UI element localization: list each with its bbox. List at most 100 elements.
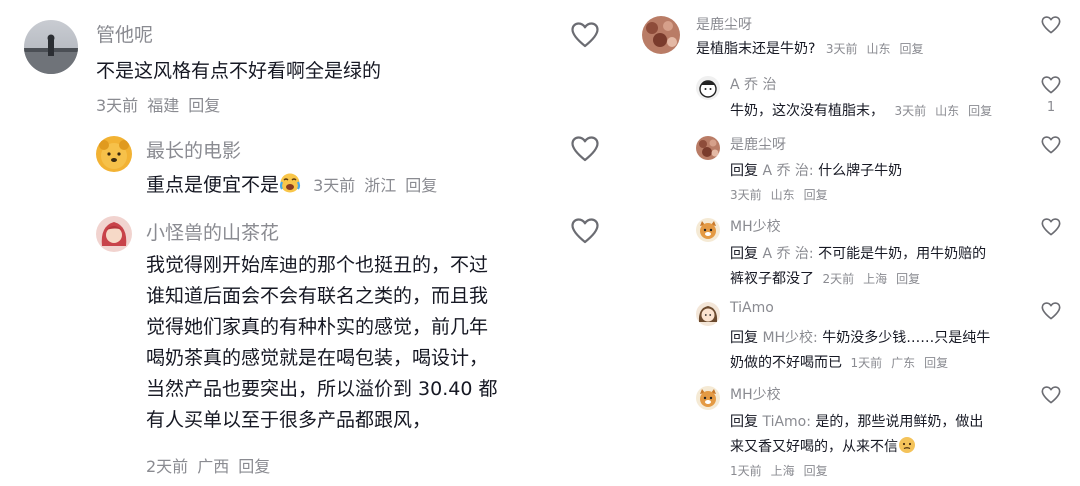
comment-item: A 乔 治 牛奶，这次没有植脂末， 3天前 山东 回复 1 (630, 68, 1080, 128)
like-heart-icon[interactable] (571, 22, 599, 48)
reply-prefix: 回复 (730, 163, 758, 179)
comment-text-line: 来又香又好喝的，从来不信 (730, 435, 983, 463)
doubtful-emoji-icon (898, 436, 916, 463)
winnie-pooh-avatar-icon (99, 140, 129, 169)
comment-text-line: 觉得她们家真的有种朴实的感觉，前几年 (146, 316, 489, 338)
comment-text-line: 有人买单以至于很多产品都跟风， (146, 409, 432, 431)
reply-to-user[interactable]: A 乔 治: (762, 246, 813, 262)
comment-time: 3天前 (313, 176, 356, 195)
comment-location: 山东 (770, 188, 795, 202)
cartoon-face-avatar-icon (699, 80, 717, 98)
cartoon-girl-avatar-icon (698, 306, 718, 322)
comment-location: 上海 (863, 272, 888, 286)
comment-username[interactable]: 管他呢 (96, 20, 153, 47)
cat-avatar-icon (700, 221, 716, 239)
food-avatar-icon (699, 139, 719, 157)
comment-username[interactable]: MH少校 (730, 384, 781, 404)
crying-laughing-emoji-icon (279, 172, 301, 199)
comment-meta: 3天前 山东 回复 (894, 104, 1001, 118)
like-heart-icon[interactable] (1041, 218, 1061, 236)
avatar[interactable] (24, 20, 78, 74)
avatar[interactable] (696, 136, 720, 160)
comment-text-line: 奶做的不好喝而已 1天前 广东 回复 (730, 351, 990, 376)
comment-time: 3天前 (730, 188, 762, 202)
reply-button[interactable]: 回复 (924, 356, 948, 370)
comment-text: 不是这风格有点不好看啊全是绿的 (96, 60, 382, 82)
avatar[interactable] (696, 386, 720, 410)
comment-meta: 3天前 福建 回复 (96, 92, 229, 116)
food-avatar-icon (646, 21, 677, 47)
comment-username[interactable]: 小怪兽的山茶花 (146, 218, 279, 245)
comment-username[interactable]: MH少校 (730, 216, 781, 236)
comment-text: 牛奶没多少钱……只是纯牛 (822, 330, 991, 346)
comment-username[interactable]: 最长的电影 (146, 136, 241, 163)
comment-item: 最长的电影 重点是便宜不是 3天前 浙江 回复 (0, 120, 620, 210)
reply-to-user[interactable]: A 乔 治: (762, 163, 813, 179)
comment-meta: 3天前 山东 回复 (730, 186, 837, 203)
avatar[interactable] (696, 302, 720, 326)
comment-text: 重点是便宜不是 (146, 174, 280, 196)
reply-button[interactable]: 回复 (405, 176, 437, 195)
comment-text: 来又香又好喝的，从来不信 (730, 439, 898, 455)
comment-location: 广西 (197, 457, 230, 476)
comment-text-line: 喝奶茶真的感觉就是在喝包装，喝设计， (146, 347, 489, 369)
avatar[interactable] (96, 136, 132, 172)
avatar[interactable] (642, 16, 680, 54)
comment-line: 牛奶，这次没有植脂末， 3天前 山东 回复 (730, 100, 1001, 120)
comment-username[interactable]: A 乔 治 (730, 74, 776, 94)
reply-button[interactable]: 回复 (900, 42, 924, 56)
comment-line: 是植脂末还是牛奶? 3天前 山东 回复 (696, 38, 933, 58)
comment-text: 什么牌子牛奶 (818, 163, 903, 179)
comment-location: 山东 (866, 42, 891, 56)
comment-text-line: 裤衩子都没了 2天前 上海 回复 (730, 267, 986, 292)
reply-button[interactable]: 回复 (968, 104, 992, 118)
left-comment-panel: 管他呢 不是这风格有点不好看啊全是绿的 3天前 福建 回复 最长的电影 重点是便宜不… (0, 0, 620, 486)
avatar[interactable] (696, 76, 720, 100)
comment-text-line: 回复 A 乔 治: 不可能是牛奶，用牛奶赔的 (730, 242, 986, 267)
comment-location: 福建 (147, 96, 180, 115)
like-heart-icon[interactable] (571, 218, 599, 244)
like-heart-icon[interactable] (1041, 386, 1061, 404)
comment-text: 牛奶，这次没有植脂末， (730, 103, 884, 119)
comment-username[interactable]: 是鹿尘呀 (696, 14, 752, 34)
comment-text-block: 回复 MH少校: 牛奶没多少钱……只是纯牛 奶做的不好喝而已 1天前 广东 回复 (730, 326, 990, 376)
comment-text: 不可能是牛奶，用牛奶赔的 (818, 246, 987, 262)
comment-text-line: 谁知道后面会不会有联名之类的，而且我 (146, 285, 489, 307)
comment-location: 上海 (770, 464, 795, 478)
comment-location: 山东 (935, 104, 960, 118)
like-heart-icon[interactable] (571, 136, 599, 162)
reply-button[interactable]: 回复 (896, 272, 920, 286)
comment-time: 3天前 (825, 42, 858, 56)
like-heart-icon[interactable] (1041, 16, 1061, 34)
reply-to-user[interactable]: TiAmo: (762, 414, 811, 430)
comment-username[interactable]: 是鹿尘呀 (730, 134, 786, 154)
reply-prefix: 回复 (730, 414, 758, 430)
avatar[interactable] (696, 218, 720, 242)
comment-meta: 2天前 上海 回复 (822, 272, 929, 286)
avatar[interactable] (96, 216, 132, 252)
reply-button[interactable]: 回复 (804, 464, 828, 478)
reply-prefix: 回复 (730, 330, 758, 346)
scenic-person-avatar-icon (24, 34, 78, 74)
comment-meta: 3天前 山东 回复 (826, 42, 933, 56)
reply-prefix: 回复 (730, 246, 758, 262)
comment-text-line: 回复 TiAmo: 是的，那些说用鲜奶，做出 (730, 410, 983, 435)
reply-button[interactable]: 回复 (188, 96, 220, 115)
comment-meta: 3天前 浙江 回复 (313, 176, 446, 195)
comment-text-line: 我觉得刚开始库迪的那个也挺丑的，不过 (146, 254, 489, 276)
like-heart-icon[interactable] (1041, 76, 1061, 94)
reply-button[interactable]: 回复 (804, 188, 828, 202)
comment-text: 是植脂末还是牛奶? (696, 41, 816, 57)
comment-username[interactable]: TiAmo (730, 300, 774, 316)
like-heart-icon[interactable] (1041, 136, 1061, 154)
like-count: 1 (1046, 100, 1056, 115)
comment-text-line: 回复 MH少校: 牛奶没多少钱……只是纯牛 (730, 326, 990, 351)
like-heart-icon[interactable] (1041, 302, 1061, 320)
comment-item: MH少校 回复 TiAmo: 是的，那些说用鲜奶，做出 来又香又好喝的，从来不信… (630, 378, 1080, 486)
reply-to-user[interactable]: MH少校: (762, 330, 817, 346)
comment-item: 是鹿尘呀 回复 A 乔 治: 什么牌子牛奶 3天前 山东 回复 (630, 128, 1080, 210)
comment-location: 广东 (891, 356, 916, 370)
comment-meta: 1天前 上海 回复 (730, 462, 837, 479)
comment-item: 管他呢 不是这风格有点不好看啊全是绿的 3天前 福建 回复 (0, 0, 620, 120)
reply-button[interactable]: 回复 (238, 457, 270, 476)
